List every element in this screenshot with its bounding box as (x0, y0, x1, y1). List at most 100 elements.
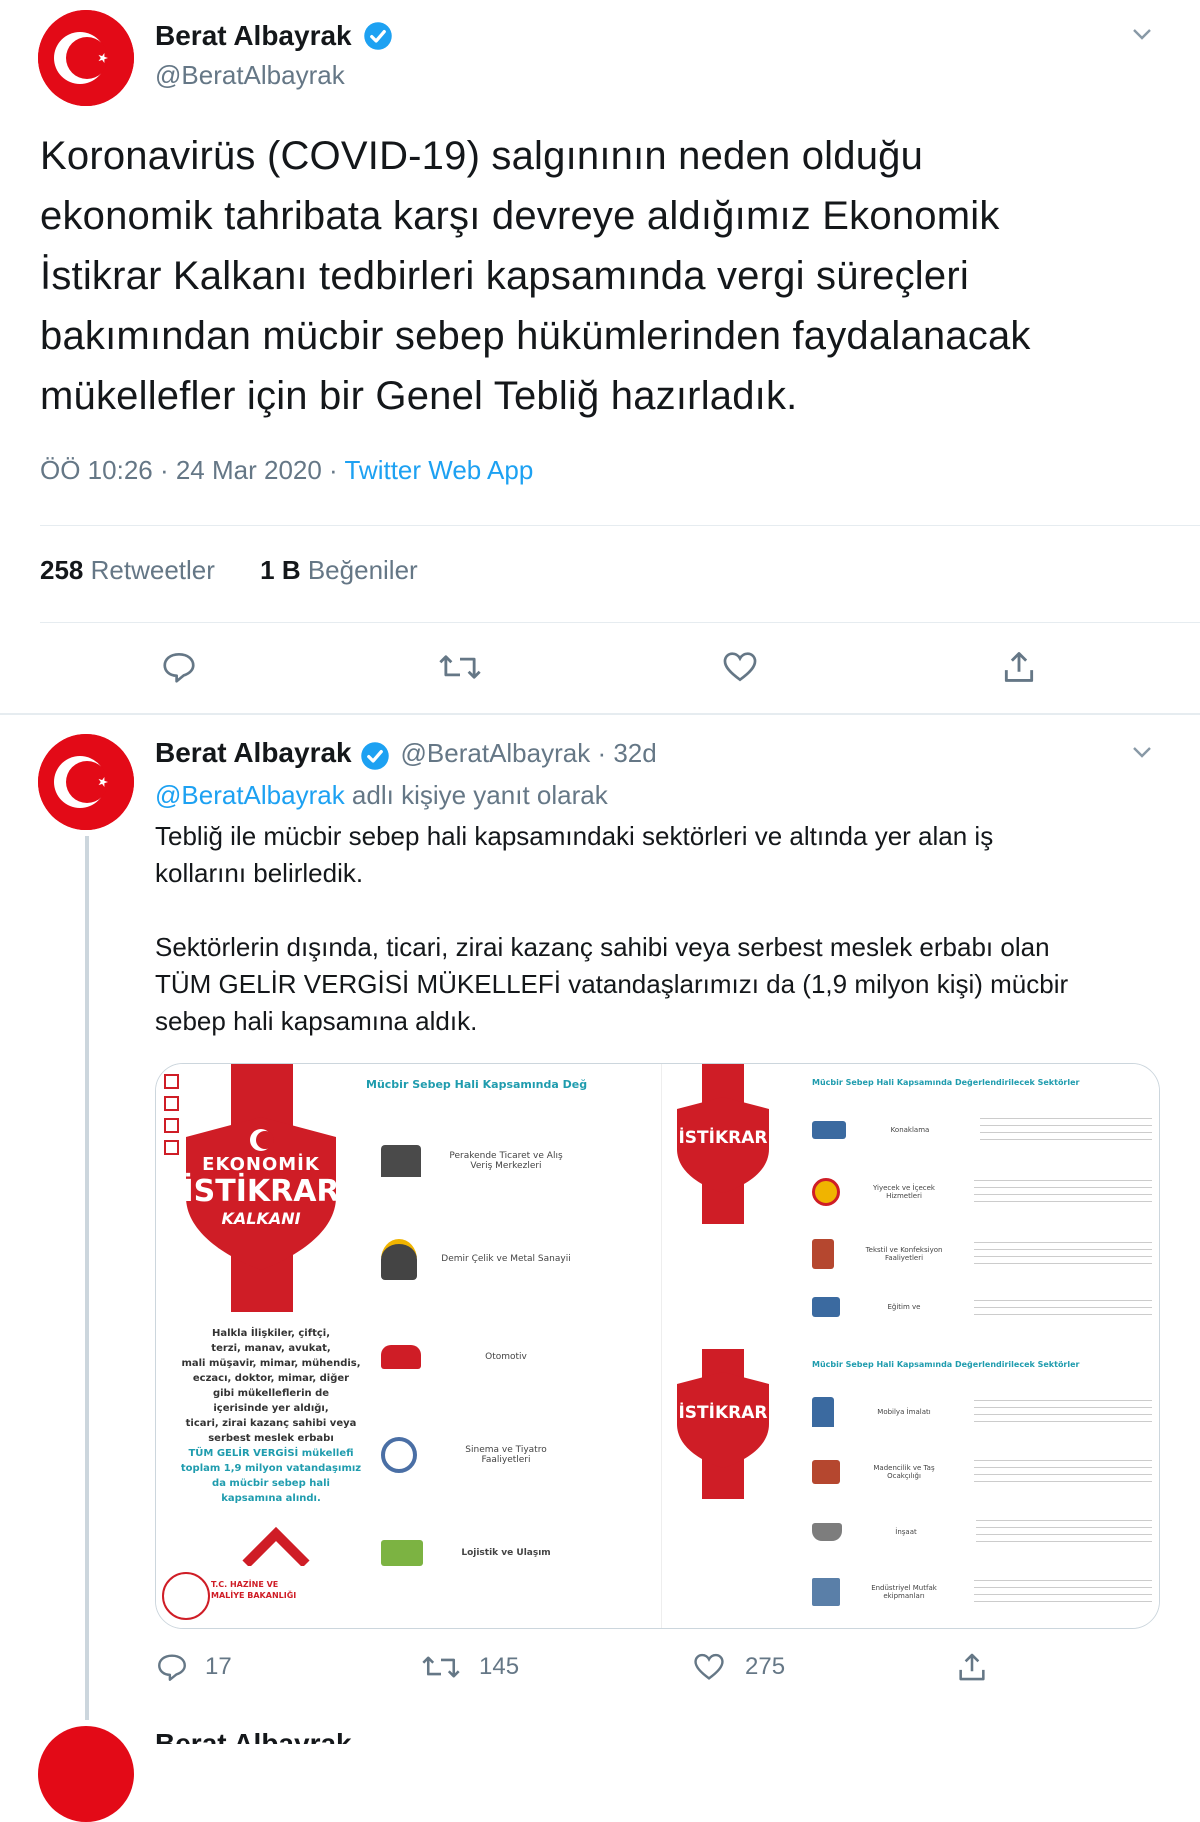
likes-stat[interactable]: 1 B Beğeniler (260, 555, 418, 585)
chevron-down-icon[interactable] (1130, 740, 1154, 769)
reply-icon (163, 652, 195, 683)
highlight-line: toplam 1,9 milyon vatandaşımız (180, 1463, 362, 1474)
like-button[interactable] (720, 648, 760, 691)
tweet-text: Koronavirüs (COVID-19) salgınının neden … (40, 126, 1180, 426)
sector-item: Eğitim ve (812, 1285, 1152, 1329)
sector-item: Lojistik ve Ulaşım (381, 1504, 631, 1602)
avatar[interactable] (38, 734, 134, 830)
banner-line: İSTİKRAR (678, 1403, 768, 1423)
reply-count: 17 (205, 1653, 232, 1680)
wheelbarrow-icon (812, 1523, 842, 1541)
text-block (974, 1457, 1152, 1487)
share-button[interactable] (955, 1650, 989, 1689)
highlight-line: kapsamına alındı. (221, 1493, 321, 1504)
media-image[interactable]: EKONOMİK İSTİKRAR KALKANI Halkla İlişkil… (155, 1063, 1160, 1629)
sector-item: Konaklama (812, 1099, 1152, 1161)
reply-button[interactable]: 17 (155, 1650, 232, 1684)
chevron-down-icon[interactable] (1130, 22, 1154, 51)
text-block (974, 1297, 1152, 1317)
infographic-right: İSTİKRAR İSTİKRAR Mücbir Sebep Hali Kaps… (661, 1064, 1159, 1628)
body-line: içerisinde yer aldığı, (213, 1403, 329, 1414)
share-button[interactable] (1000, 648, 1038, 691)
reply-button[interactable] (160, 648, 198, 691)
text-block (980, 1115, 1152, 1145)
divider (40, 525, 1200, 526)
source-link[interactable]: Twitter Web App (344, 455, 533, 485)
author-handle[interactable]: @BeratAlbayrak (155, 60, 345, 91)
tweet-text-line: ekonomik tahribata karşı devreye aldığım… (40, 194, 1000, 238)
reply-header: Berat Albayrak @BeratAlbayrak · 32d (155, 737, 657, 771)
retweet-button[interactable] (438, 648, 482, 691)
tweet-stats: 258 Retweetler 1 B Beğeniler (40, 555, 418, 586)
sector-item: Mobilya İmalatı (812, 1382, 1152, 1442)
banner-title: İSTİKRAR (667, 1403, 779, 1423)
verified-badge-icon (361, 742, 389, 770)
author-name[interactable]: Berat Albayrak (155, 737, 352, 768)
body-line: gibi mükelleflerin de (212, 1388, 330, 1399)
kitchen-icon (812, 1578, 840, 1606)
divider (0, 713, 1200, 715)
reply-text-line: Tebliğ ile mücbir sebep hali kapsamındak… (155, 821, 994, 851)
highlight-line: TÜM GELİR VERGİSİ mükellefi (188, 1448, 354, 1459)
banner-title: İSTİKRAR (667, 1128, 779, 1148)
heart-icon (694, 1653, 724, 1680)
bed-icon (812, 1121, 846, 1139)
retweet-icon (422, 1656, 460, 1678)
reply-to-handle[interactable]: @BeratAlbayrak (155, 780, 345, 810)
sector-item: Demir Çelik ve Metal Sanayii (381, 1210, 631, 1308)
verified-badge-icon (364, 21, 393, 50)
timestamp[interactable]: ÖÖ 10:26 · 24 Mar 2020 · (40, 455, 344, 485)
textile-icon (812, 1239, 834, 1269)
ministry-line: T.C. HAZİNE VE (211, 1580, 279, 1589)
building-icon (381, 1145, 421, 1177)
text-block (974, 1577, 1152, 1607)
sector-item: Tekstil ve Konfeksiyon Faaliyetleri (812, 1223, 1152, 1285)
heart-icon (723, 652, 757, 682)
sector-header: Mücbir Sebep Hali Kapsamında Değ (366, 1078, 588, 1091)
sector-item: Perakende Ticaret ve Alış Veriş Merkezle… (381, 1112, 631, 1210)
infographic-body: Halkla İlişkiler, çiftçi, terzi, manav, … (171, 1326, 371, 1506)
sector-item: Madencilik ve Taş Ocakçılığı (812, 1442, 1152, 1502)
tweet-text-line: Koronavirüs (COVID-19) salgınının neden … (40, 134, 924, 178)
sector-item: İnşaat (812, 1502, 1152, 1562)
reply-text: Tebliğ ile mücbir sebep hali kapsamındak… (155, 818, 1165, 1040)
avatar[interactable] (38, 1726, 134, 1822)
welding-icon (381, 1238, 417, 1280)
truck-icon (381, 1540, 423, 1566)
author-handle[interactable]: @BeratAlbayrak · 32d (401, 738, 657, 768)
reply-icon (158, 1654, 186, 1681)
ministry-line: MALİYE BAKANLIĞI (211, 1591, 297, 1600)
share-icon (959, 1653, 985, 1681)
retweets-stat[interactable]: 258 Retweetler (40, 555, 215, 585)
author-name[interactable]: Berat Albayrak (155, 1728, 352, 1744)
banner-line: İSTİKRAR (678, 1128, 768, 1148)
text-block (976, 1517, 1152, 1547)
avatar[interactable] (38, 10, 134, 106)
reply-text-line: TÜM GELİR VERGİSİ MÜKELLEFİ vatandaşları… (155, 969, 1069, 999)
tweet-meta: ÖÖ 10:26 · 24 Mar 2020 · Twitter Web App (40, 455, 533, 486)
body-line: terzi, manav, avukat, (211, 1343, 331, 1354)
author-name[interactable]: Berat Albayrak (155, 20, 393, 52)
body-line: ticari, zirai kazanç sahibi veya (185, 1418, 357, 1429)
body-line: serbest meslek erbabı (208, 1433, 334, 1444)
sector-item: Otomotiv (381, 1308, 631, 1406)
ministry-name: T.C. HAZİNE VE MALİYE BAKANLIĞI (211, 1579, 296, 1601)
reply-text-line: kollarını belirledik. (155, 858, 364, 888)
thread-line (85, 836, 89, 1720)
tweet-text-line: bakımından mücbir sebep hükümlerinden fa… (40, 314, 1031, 358)
divider (40, 622, 1200, 623)
reply-action-bar: 17 145 275 (155, 1650, 995, 1690)
sector-item: Endüstriyel Mutfak ekipmanları (812, 1562, 1152, 1622)
like-count: 275 (745, 1653, 786, 1680)
text-block (974, 1239, 1152, 1269)
tweet-text-line: İstikrar Kalkanı tedbirleri kapsamında v… (40, 254, 969, 298)
education-icon (812, 1297, 840, 1317)
pickaxe-icon (812, 1460, 840, 1484)
body-line: Halkla İlişkiler, çiftçi, (211, 1328, 331, 1339)
car-icon (381, 1345, 421, 1369)
body-line: mali müşavir, mimar, mühendis, (181, 1358, 361, 1369)
retweet-count: 145 (479, 1653, 520, 1680)
sector-header: Mücbir Sebep Hali Kapsamında Değerlendir… (812, 1078, 1080, 1087)
retweet-button[interactable]: 145 (421, 1650, 519, 1684)
like-button[interactable]: 275 (691, 1650, 785, 1684)
